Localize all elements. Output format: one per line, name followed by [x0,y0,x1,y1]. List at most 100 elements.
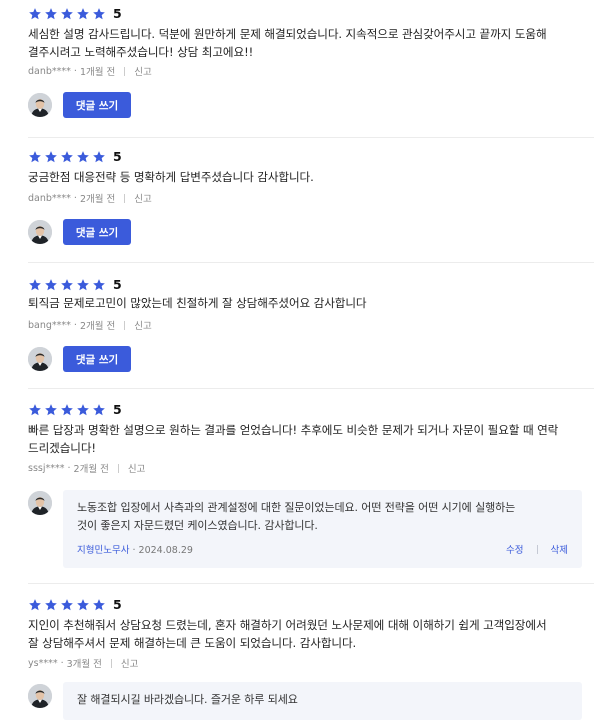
star-icon [45,8,57,20]
star-icon [29,279,41,291]
avatar [28,347,52,371]
review-item: 5 궁금한점 대응전략 등 명확하게 답변주셨습니다 감사합니다. danb**… [0,140,594,264]
reply-text-line: 것이 좋은지 자문드렸던 케이스였습니다. 감사합니다. [77,519,318,532]
divider [117,463,119,473]
star-icon [93,404,105,416]
review-meta: danb**** · 1개월 전 신고 [28,64,152,79]
write-comment-button[interactable]: 댓글 쓰기 [63,219,131,245]
rating-score: 5 [113,6,122,21]
star-rating [28,403,106,417]
review-meta: danb**** · 2개월 전 신고 [28,191,152,206]
report-link[interactable]: 신고 [134,318,151,332]
star-icon [61,599,73,611]
write-comment-button[interactable]: 댓글 쓰기 [63,346,131,372]
reply-text-line: 노동조합 입장에서 사측과의 관계설정에 대한 질문이었는데요. 어떤 전략을 … [77,501,516,514]
review-time: 2개월 전 [79,321,116,332]
star-icon [45,279,57,291]
rating: 5 [28,597,122,613]
rating-score: 5 [113,277,122,292]
reply-text-line: 잘 해결되시길 바라겠습니다. 즐거운 하루 되세요 [77,693,298,706]
report-link[interactable]: 신고 [134,191,151,205]
review-item: 5 지인이 추천해줘서 상담요청 드렸는데, 혼자 해결하기 어려웠던 노사문제… [0,584,594,720]
review-meta: sssj**** · 2개월 전 신고 [28,461,145,476]
review-author: danb**** [28,192,71,204]
review-text-line: 퇴직금 문제로고민이 많았는데 친절하게 잘 상담해주셨어요 감사합니다 [28,296,367,310]
rating-score: 5 [113,402,122,417]
review-time: 2개월 전 [73,464,109,475]
separator-dot: · [73,65,77,77]
delete-link[interactable]: 삭제 [551,542,568,556]
star-icon [93,279,105,291]
star-icon [77,404,89,416]
star-rating [28,150,106,164]
star-icon [77,8,89,20]
star-icon [93,151,105,163]
star-icon [29,599,41,611]
rating: 5 [28,149,122,165]
rating-score: 5 [113,597,122,612]
expert-reply: 노동조합 입장에서 사측과의 관계설정에 대한 질문이었는데요. 어떤 전략을 … [63,490,582,568]
review-text-line: 지인이 추천해줘서 상담요청 드렸는데, 혼자 해결하기 어려웠던 노사문제에 … [28,618,547,632]
report-link[interactable]: 신고 [128,461,145,475]
review-item: 5 세심한 설명 감사드립니다. 덕분에 원만하게 문제 해결되었습니다. 지속… [0,0,594,140]
star-icon [61,279,73,291]
star-icon [29,404,41,416]
reply-text: 노동조합 입장에서 사측과의 관계설정에 대한 질문이었는데요. 어떤 전략을 … [77,499,572,535]
star-icon [45,599,57,611]
divider [28,262,594,263]
divider [28,137,594,138]
review-text-line: 잘 상담해주셔서 문제 해결하는데 큰 도움이 되었습니다. 감사합니다. [28,636,357,650]
star-icon [61,151,73,163]
review-text-line: 궁금한점 대응전략 등 명확하게 답변주셨습니다 감사합니다. [28,170,314,184]
review-time: 1개월 전 [79,67,116,78]
review-time: 2개월 전 [79,194,116,205]
review-item: 5 퇴직금 문제로고민이 많았는데 친절하게 잘 상담해주셨어요 감사합니다 b… [0,264,594,390]
star-icon [45,151,57,163]
star-icon [77,279,89,291]
avatar [28,491,52,515]
star-rating [28,7,106,21]
reply-actions: 수정 삭제 [506,542,568,556]
review-text: 빠른 답장과 명확한 설명으로 원하는 결과를 얻었습니다! 추후에도 비슷한 … [28,421,578,457]
rating: 5 [28,277,122,293]
avatar [28,684,52,708]
review-text: 퇴직금 문제로고민이 많았는데 친절하게 잘 상담해주셨어요 감사합니다 [28,294,578,312]
star-icon [61,8,73,20]
edit-link[interactable]: 수정 [506,542,523,556]
rating: 5 [28,402,122,418]
reply-text: 잘 해결되시길 바라겠습니다. 즐거운 하루 되세요 [77,691,572,709]
write-comment-button[interactable]: 댓글 쓰기 [63,92,131,118]
review-text: 세심한 설명 감사드립니다. 덕분에 원만하게 문제 해결되었습니다. 지속적으… [28,25,578,61]
divider [124,66,126,76]
rating-score: 5 [113,149,122,164]
report-link[interactable]: 신고 [134,64,151,78]
expert-reply: 잘 해결되시길 바라겠습니다. 즐거운 하루 되세요 [63,682,582,720]
star-icon [45,404,57,416]
review-text-line: 드리겠습니다! [28,441,96,455]
divider [28,388,594,389]
reply-author: 지형민노무사 · 2024.08.29 [77,545,193,556]
star-rating [28,278,106,292]
separator-dot: · [73,192,77,204]
review-time: 3개월 전 [66,659,102,670]
report-link[interactable]: 신고 [121,656,138,670]
separator-dot: · [60,657,64,669]
divider [110,658,112,668]
review-author: ys**** [28,657,58,669]
star-icon [93,599,105,611]
review-text-line: 빠른 답장과 명확한 설명으로 원하는 결과를 얻었습니다! 추후에도 비슷한 … [28,423,559,437]
divider [124,320,126,330]
star-icon [77,151,89,163]
star-icon [61,404,73,416]
star-icon [77,599,89,611]
review-item: 5 빠른 답장과 명확한 설명으로 원하는 결과를 얻었습니다! 추후에도 비슷… [0,390,594,584]
rating: 5 [28,6,122,22]
review-meta: ys**** · 3개월 전 신고 [28,656,138,671]
review-text-line: 결주시려고 노력해주셨습니다! 상담 최고에요!! [28,45,254,59]
reply-date: 2024.08.29 [138,545,193,556]
star-icon [29,151,41,163]
review-text-line: 세심한 설명 감사드립니다. 덕분에 원만하게 문제 해결되었습니다. 지속적으… [28,27,547,41]
star-icon [93,8,105,20]
avatar [28,220,52,244]
divider [124,193,126,203]
